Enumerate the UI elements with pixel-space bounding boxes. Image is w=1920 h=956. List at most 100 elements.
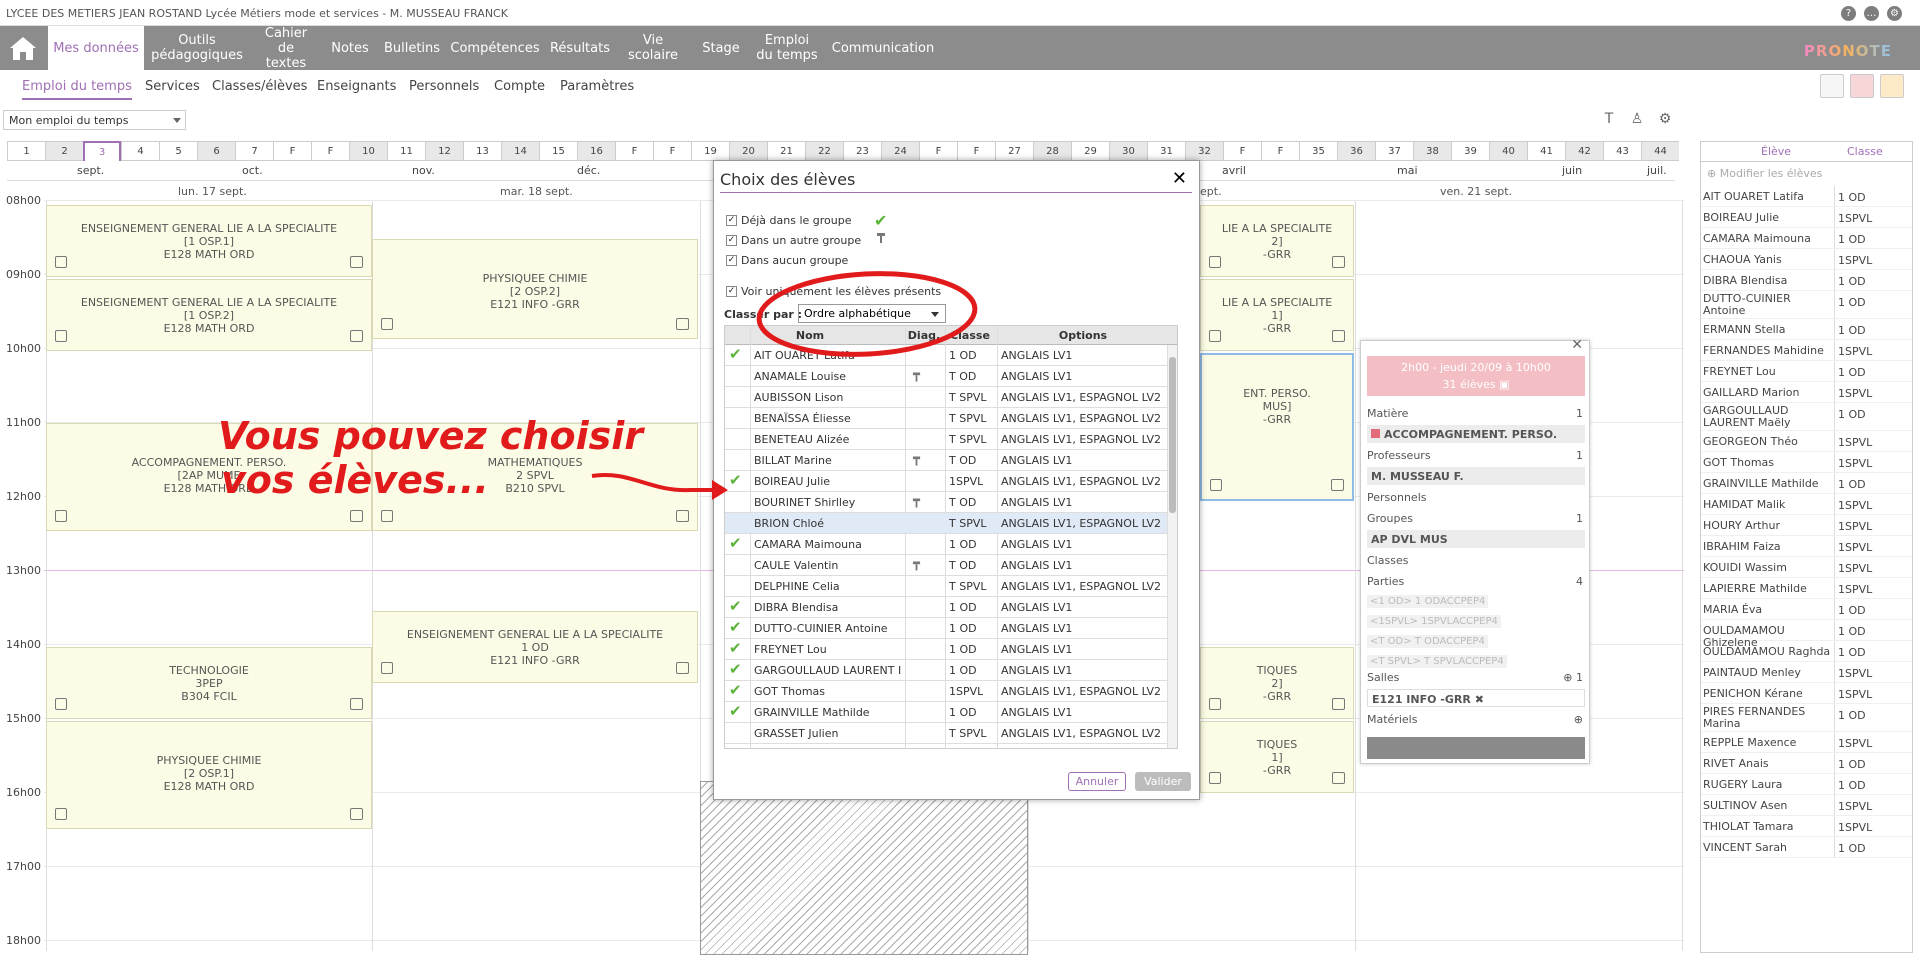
student-list-item[interactable]: SULTINOV Asen 1SPVL <box>1701 795 1912 816</box>
calendar-icon[interactable] <box>350 330 363 342</box>
calendar-icon[interactable] <box>1332 330 1345 342</box>
table-row[interactable]: ✔ GARGOULLAUD LAURENT I 1 OD ANGLAIS LV1 <box>725 660 1169 681</box>
timetable-select[interactable]: Mon emploi du temps <box>3 110 186 130</box>
course-card[interactable]: PHYSIQUEE CHIMIE [2 OSP.2] E121 INFO -GRR <box>372 239 698 339</box>
week-cell[interactable]: F <box>653 141 691 161</box>
week-cell[interactable]: 14 <box>501 141 539 161</box>
week-cell[interactable]: 36 <box>1337 141 1375 161</box>
homework-icon[interactable] <box>55 510 67 522</box>
student-list-item[interactable]: BOIREAU Julie 1SPVL <box>1701 207 1912 228</box>
student-list-item[interactable]: PIRES FERNANDES Marina 1 OD <box>1701 704 1912 732</box>
student-list-item[interactable]: DIBRA Blendisa 1 OD <box>1701 270 1912 291</box>
week-cell[interactable]: 29 <box>1071 141 1109 161</box>
column-header[interactable]: Diag. <box>905 329 943 342</box>
student-list-item[interactable]: DUTTO-CUINIER Antoine 1 OD <box>1701 291 1912 319</box>
calendar-icon[interactable] <box>1332 698 1345 710</box>
column-header[interactable]: Nom <box>750 329 870 342</box>
week-cell[interactable]: 21 <box>767 141 805 161</box>
table-row[interactable]: ✔ DIBRA Blendisa 1 OD ANGLAIS LV1 <box>725 597 1169 618</box>
homework-icon[interactable] <box>1209 698 1221 710</box>
validate-button[interactable]: Valider <box>1135 772 1191 791</box>
table-row[interactable]: AUBISSON Lison T SPVL ANGLAIS LV1, ESPAGNO… <box>725 387 1169 408</box>
course-card[interactable]: ENSEIGNEMENT GENERAL LIE A LA SPECIALITE… <box>372 611 698 683</box>
student-list-item[interactable]: PAINTAUD Menley 1SPVL <box>1701 662 1912 683</box>
homework-icon[interactable] <box>381 510 393 522</box>
student-list-item[interactable]: RUGERY Laura 1 OD <box>1701 774 1912 795</box>
course-card[interactable]: PHYSIQUEE CHIMIE [2 OSP.1] E128 MATH ORD <box>46 721 372 829</box>
week-cell[interactable]: 3 <box>83 141 121 161</box>
home-icon[interactable] <box>8 34 38 62</box>
week-cell[interactable]: 42 <box>1565 141 1603 161</box>
subnav-item[interactable]: Emploi du temps <box>22 79 132 100</box>
course-card[interactable]: ENSEIGNEMENT GENERAL LIE A LA SPECIALITE… <box>46 205 372 277</box>
week-cell[interactable]: 27 <box>995 141 1033 161</box>
table-scrollbar[interactable] <box>1167 345 1177 748</box>
col-eleve[interactable]: Élève <box>1761 145 1791 158</box>
homework-icon[interactable] <box>381 662 393 674</box>
course-card[interactable]: TIQUES 1] -GRR <box>1200 721 1354 793</box>
column-header[interactable]: Options <box>997 329 1169 342</box>
calendar-icon[interactable] <box>1332 772 1345 784</box>
week-cell[interactable]: 7 <box>235 141 273 161</box>
week-cell[interactable]: F <box>919 141 957 161</box>
student-list-item[interactable]: VINCENT Sarah 1 OD <box>1701 837 1912 858</box>
week-cell[interactable]: 5 <box>159 141 197 161</box>
remove-icon[interactable]: ✖ <box>1475 693 1484 706</box>
week-cell[interactable]: 20 <box>729 141 767 161</box>
week-cell[interactable]: 11 <box>387 141 425 161</box>
table-row[interactable]: BILLAT Marine T OD ANGLAIS LV1 <box>725 450 1169 471</box>
filter-checkbox[interactable]: ✓ Dans aucun groupe <box>726 254 848 267</box>
student-list-item[interactable]: GARGOULLAUD LAURENT Maëly 1 OD <box>1701 403 1912 431</box>
week-cell[interactable]: 2 <box>45 141 83 161</box>
student-list-item[interactable]: MARIA Éva 1 OD <box>1701 599 1912 620</box>
nav-item[interactable]: Bulletins <box>380 26 444 70</box>
subnav-item[interactable]: Classes/élèves <box>212 79 307 94</box>
nav-item[interactable]: Vie scolaire <box>620 26 686 70</box>
homework-icon[interactable] <box>55 808 67 820</box>
week-cell[interactable]: 1 <box>7 141 45 161</box>
nav-item[interactable]: Cahier de textes <box>256 26 316 71</box>
homework-icon[interactable] <box>381 318 393 330</box>
student-list-item[interactable]: GEORGEON Théo 1SPVL <box>1701 431 1912 452</box>
week-cell[interactable]: 44 <box>1641 141 1679 161</box>
column-header[interactable]: Classe <box>945 329 995 342</box>
nav-item[interactable]: Emploi du temps <box>752 26 822 70</box>
week-cell[interactable]: 32 <box>1185 141 1223 161</box>
table-row[interactable]: ✔ FREYNET Lou 1 OD ANGLAIS LV1 <box>725 639 1169 660</box>
calendar-icon[interactable] <box>350 510 363 522</box>
week-cell[interactable]: 6 <box>197 141 235 161</box>
add-icon[interactable]: ⊕ <box>1574 713 1583 726</box>
week-cell[interactable]: F <box>1223 141 1261 161</box>
week-cell[interactable]: 40 <box>1489 141 1527 161</box>
pdf-icon[interactable] <box>1850 74 1874 98</box>
student-list-item[interactable]: HAMIDAT Malik 1SPVL <box>1701 494 1912 515</box>
student-list-item[interactable]: RIVET Anais 1 OD <box>1701 753 1912 774</box>
modify-students-link[interactable]: ⊕ Modifier les élèves <box>1707 167 1822 180</box>
subnav-item[interactable]: Compte <box>494 79 545 94</box>
week-cell[interactable]: 38 <box>1413 141 1451 161</box>
week-cell[interactable]: 16 <box>577 141 615 161</box>
export-icon[interactable] <box>1820 74 1844 98</box>
course-card[interactable]: ENT. PERSO. MUS] -GRR <box>1200 353 1354 501</box>
calendar-icon[interactable] <box>350 256 363 268</box>
table-row[interactable]: BOURINET Shirlley T OD ANGLAIS LV1 <box>725 492 1169 513</box>
gear-icon[interactable]: ⚙ <box>1656 110 1674 128</box>
week-cell[interactable]: 24 <box>881 141 919 161</box>
close-icon[interactable]: ✕ <box>1172 168 1187 189</box>
week-cell[interactable]: 23 <box>843 141 881 161</box>
mail-icon[interactable] <box>1880 74 1904 98</box>
student-list-item[interactable]: FERNANDES Mahidine 1SPVL <box>1701 340 1912 361</box>
student-list-item[interactable]: THIOLAT Tamara 1SPVL <box>1701 816 1912 837</box>
person-icon[interactable]: ♙ <box>1628 110 1646 128</box>
present-only-checkbox[interactable]: ✓ Voir uniquement les élèves présents <box>726 285 941 298</box>
col-classe[interactable]: Classe <box>1847 145 1883 158</box>
student-list-item[interactable]: HOURY Arthur 1SPVL <box>1701 515 1912 536</box>
student-list-item[interactable]: GRAINVILLE Mathilde 1 OD <box>1701 473 1912 494</box>
week-cell[interactable]: 28 <box>1033 141 1071 161</box>
nav-item[interactable]: Stage <box>694 26 748 70</box>
homework-icon[interactable] <box>55 698 67 710</box>
homework-icon[interactable] <box>55 256 67 268</box>
course-card[interactable]: LIE A LA SPECIALITE 1] -GRR <box>1200 279 1354 351</box>
student-list-item[interactable]: KOUIDI Wassim 1SPVL <box>1701 557 1912 578</box>
calendar-icon[interactable] <box>1331 479 1344 491</box>
